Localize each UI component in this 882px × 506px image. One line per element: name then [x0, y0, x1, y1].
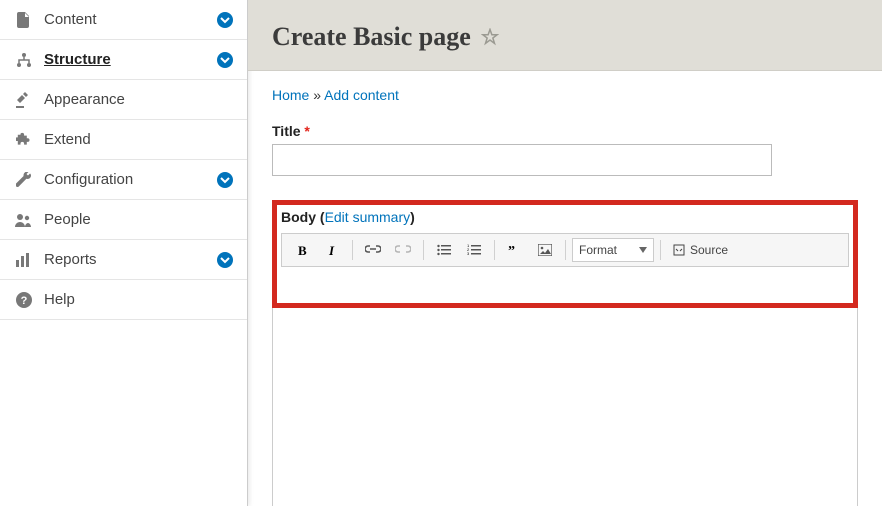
sidebar-item-label: Content — [44, 11, 217, 28]
bullet-list-button[interactable] — [430, 236, 458, 264]
page-title: Create Basic page — [272, 22, 471, 52]
sidebar-item-label: People — [44, 211, 233, 228]
sidebar-item-label: Help — [44, 291, 233, 308]
body-field-label: Body (Edit summary) — [281, 209, 849, 225]
source-button[interactable]: Source — [667, 243, 734, 257]
wrench-icon — [14, 172, 34, 188]
bold-button[interactable]: B — [288, 236, 316, 264]
breadcrumb-sep: » — [313, 87, 321, 103]
people-icon — [14, 213, 34, 227]
breadcrumb-add-content[interactable]: Add content — [324, 87, 399, 103]
link-button[interactable] — [359, 236, 387, 264]
editor-highlight: Body (Edit summary) B I 123 ” — [272, 200, 858, 308]
file-icon — [14, 12, 34, 28]
editor-body[interactable] — [272, 308, 858, 506]
sidebar-item-extend[interactable]: Extend — [0, 120, 247, 160]
svg-text:I: I — [328, 243, 335, 257]
title-field-label: Title * — [272, 123, 858, 139]
chevron-down-icon — [217, 12, 233, 28]
sidebar-item-label: Reports — [44, 251, 217, 268]
sidebar-item-content[interactable]: Content — [0, 0, 247, 40]
puzzle-icon — [14, 132, 34, 148]
required-marker: * — [304, 123, 309, 139]
chevron-down-icon — [217, 252, 233, 268]
svg-text:3: 3 — [467, 251, 470, 256]
star-icon[interactable] — [481, 28, 499, 46]
sidebar-item-people[interactable]: People — [0, 200, 247, 240]
breadcrumb-home[interactable]: Home — [272, 87, 309, 103]
gavel-icon — [14, 92, 34, 108]
breadcrumb: Home » Add content — [272, 87, 858, 103]
sidebar-item-reports[interactable]: Reports — [0, 240, 247, 280]
page-header: Create Basic page — [248, 0, 882, 71]
sidebar-item-label: Structure — [44, 51, 217, 68]
sidebar-item-configuration[interactable]: Configuration — [0, 160, 247, 200]
editor-toolbar: B I 123 ” Format — [281, 233, 849, 267]
sidebar-item-label: Extend — [44, 131, 233, 148]
italic-button[interactable]: I — [318, 236, 346, 264]
title-input[interactable] — [272, 144, 772, 176]
caret-down-icon — [639, 247, 647, 253]
admin-sidebar: Content Structure Appearance Extend Conf… — [0, 0, 248, 506]
svg-text:”: ” — [508, 244, 515, 256]
chevron-down-icon — [217, 52, 233, 68]
sidebar-item-structure[interactable]: Structure — [0, 40, 247, 80]
sidebar-item-appearance[interactable]: Appearance — [0, 80, 247, 120]
svg-text:?: ? — [21, 295, 28, 307]
edit-summary-link[interactable]: Edit summary — [325, 209, 411, 225]
svg-text:B: B — [298, 243, 307, 257]
chevron-down-icon — [217, 172, 233, 188]
sidebar-item-label: Configuration — [44, 171, 217, 188]
bar-chart-icon — [14, 253, 34, 267]
numbered-list-button[interactable]: 123 — [460, 236, 488, 264]
format-dropdown[interactable]: Format — [572, 238, 654, 262]
main-content: Create Basic page Home » Add content Tit… — [248, 0, 882, 506]
blockquote-button[interactable]: ” — [501, 236, 529, 264]
image-button[interactable] — [531, 236, 559, 264]
help-icon: ? — [14, 292, 34, 308]
sidebar-item-label: Appearance — [44, 91, 233, 108]
source-icon — [673, 244, 685, 256]
unlink-button[interactable] — [389, 236, 417, 264]
sidebar-item-help[interactable]: ? Help — [0, 280, 247, 320]
hierarchy-icon — [14, 53, 34, 67]
